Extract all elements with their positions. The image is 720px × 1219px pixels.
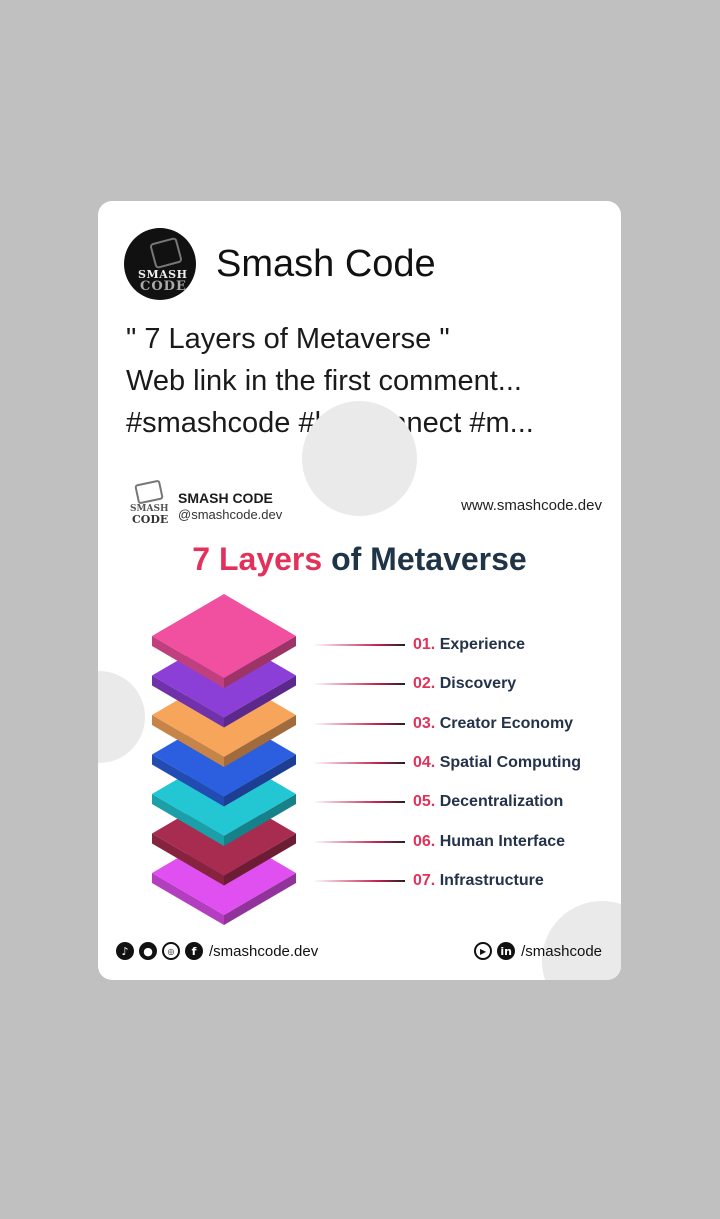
youtube-icon: ▶	[474, 942, 493, 960]
layer-item: 04. Spatial Computing	[313, 751, 581, 775]
brand-logo-text-bottom: CODE	[132, 513, 169, 526]
layer-item: 02. Discovery	[313, 672, 516, 696]
layer-connector-line	[313, 683, 405, 686]
brand-block: SMASH CODE SMASH CODE @smashcode.dev	[128, 479, 283, 526]
footer-right-link: /smashcode	[521, 942, 602, 960]
layer-connector-line	[313, 801, 405, 804]
layer-connector-line	[313, 722, 405, 725]
layer-name: Human Interface	[435, 832, 566, 850]
footer-left-link: /smashcode.dev	[209, 942, 319, 960]
tiktok-icon: ♪	[116, 942, 134, 960]
layer-item: 06. Human Interface	[313, 830, 565, 854]
post-header: SMASH CODE Smash Code	[124, 228, 436, 300]
decorative-circle	[542, 901, 621, 980]
infographic-title: 7 Layers of Metaverse	[98, 541, 621, 578]
layer-name: Creator Economy	[435, 714, 574, 732]
layer-connector-line	[313, 644, 405, 646]
post-text-line: " 7 Layers of Metaverse "	[126, 323, 450, 355]
post-text-line: Web link in the first comment...	[126, 365, 522, 397]
layer-item: 07. Infrastructure	[313, 869, 544, 893]
layer-name: Spatial Computing	[435, 753, 582, 771]
page-name[interactable]: Smash Code	[216, 243, 436, 286]
title-rest: of Metaverse	[322, 541, 527, 577]
layer-number: 03.	[413, 714, 436, 732]
layer-label: 06. Human Interface	[413, 833, 565, 851]
footer-social-left: ♪ ● ◎ f /smashcode.dev	[116, 942, 318, 960]
footer-social-right: ▶ in /smashcode	[474, 942, 602, 960]
title-accent: 7 Layers	[192, 541, 323, 577]
brand-title: SMASH CODE	[178, 490, 273, 506]
layer-name: Decentralization	[435, 793, 564, 811]
website-url: www.smashcode.dev	[461, 497, 602, 514]
layer-item: 03. Creator Economy	[313, 712, 573, 736]
layer-connector-line	[313, 840, 405, 843]
layer-label: 02. Discovery	[413, 675, 516, 693]
avatar[interactable]: SMASH CODE	[124, 228, 196, 300]
layer-item: 05. Decentralization	[313, 790, 563, 814]
layer-label: 05. Decentralization	[413, 793, 563, 811]
layer-label: 01. Experience	[413, 636, 525, 654]
layer-label: 07. Infrastructure	[413, 872, 544, 890]
layer-stack-illustration	[152, 594, 296, 925]
avatar-logo-text-bottom: CODE	[140, 279, 187, 294]
instagram-icon: ◎	[162, 942, 180, 960]
decorative-circle	[302, 401, 417, 516]
layer-label: 03. Creator Economy	[413, 715, 573, 733]
robot-logo-icon	[149, 236, 183, 270]
layer-name: Experience	[435, 636, 526, 653]
layer-connector-line	[313, 761, 405, 764]
layer-name: Infrastructure	[435, 871, 544, 889]
brand-logo: SMASH CODE	[128, 479, 169, 526]
layer-label: 04. Spatial Computing	[413, 754, 581, 772]
facebook-icon: f	[185, 942, 203, 960]
layer-number: 02.	[413, 675, 436, 693]
linkedin-icon: in	[497, 942, 516, 960]
robot-logo-icon	[134, 479, 164, 505]
layer-number: 04.	[413, 753, 436, 771]
brand-handle: @smashcode.dev	[178, 507, 283, 522]
decorative-circle	[98, 671, 145, 763]
layer-name: Discovery	[435, 675, 517, 693]
layer-number: 07.	[413, 871, 436, 889]
layer-connector-line	[313, 879, 405, 882]
post-card: SMASH CODE Smash Code " 7 Layers of Meta…	[98, 201, 621, 980]
layer-item: 01. Experience	[313, 633, 525, 657]
layer-number: 01.	[413, 636, 436, 653]
discord-icon: ●	[139, 942, 157, 960]
post-image[interactable]: SMASH CODE SMASH CODE @smashcode.dev www…	[98, 401, 621, 980]
layer-number: 06.	[413, 832, 436, 850]
layer-number: 05.	[413, 793, 436, 811]
